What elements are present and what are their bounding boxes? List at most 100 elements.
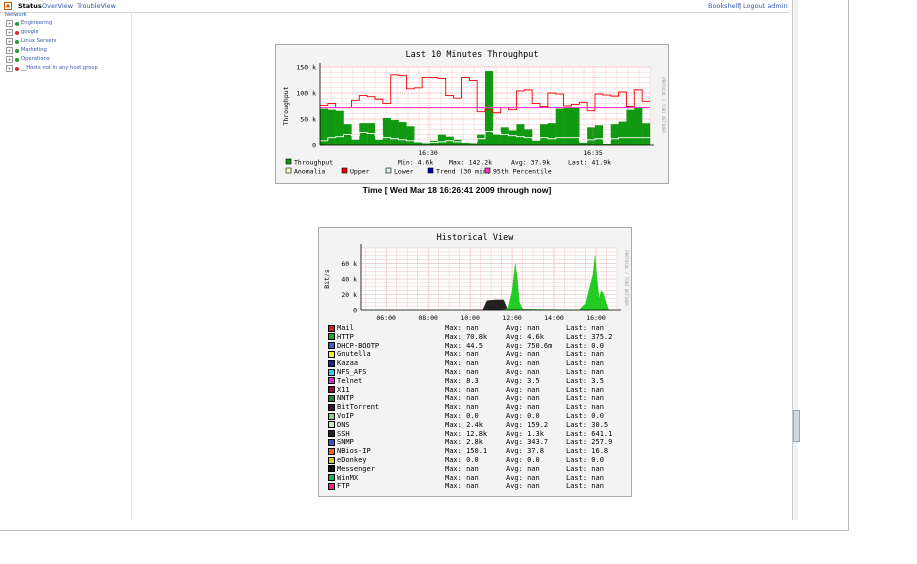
throughput-bar (398, 122, 407, 145)
max-value: Max: 44.5 (445, 341, 483, 350)
legend-row-nntp: NNTP Max: nan Avg: nan Last: nan (328, 394, 604, 403)
legend-swatch (328, 412, 335, 420)
throughput-bar (642, 123, 651, 145)
y-axis-label: Bit/s (323, 269, 331, 289)
x-tick-label: 16:30 (418, 149, 438, 157)
throughput-bar (375, 139, 384, 145)
avg-value: Avg: 0.0 (506, 456, 540, 464)
avg-value: Avg: nan (506, 324, 540, 332)
bookshelf-link[interactable]: Bookshelf (708, 0, 740, 12)
status-alert-icon (15, 30, 19, 35)
legend-swatch (328, 377, 335, 385)
last-value: Last: 16.8 (566, 447, 609, 456)
avg-value: Avg: 3.5 (506, 376, 540, 385)
legend-label-lower: Lower (394, 168, 414, 176)
protocol-name: SNMP (337, 438, 354, 447)
protocol-name: HTTP (337, 332, 354, 341)
expand-icon[interactable]: + (6, 47, 13, 54)
max-value: Max: nan (445, 482, 479, 491)
legend-swatch (328, 474, 335, 482)
last-value: Last: nan (566, 464, 604, 473)
last-value: Last: 0.0 (566, 412, 604, 420)
legend-row-dhcp-bootp: DHCP-BOOTP Max: 44.5 Avg: 750.6m Last: 0.0 (328, 342, 604, 351)
vertical-scrollbar[interactable] (792, 0, 800, 520)
expand-icon[interactable]: + (6, 56, 13, 63)
legend-swatch (328, 465, 335, 473)
expand-icon[interactable]: + (6, 29, 13, 36)
legend-row-bittorrent: BitTorrent Max: nan Avg: nan Last: nan (328, 403, 604, 412)
throughput-bar (540, 124, 549, 145)
tree-item-google[interactable]: + google (6, 28, 39, 37)
expand-icon[interactable]: + (6, 38, 13, 45)
legend-swatch (328, 482, 335, 490)
legend-swatch (328, 386, 335, 394)
avg-value: Avg: nan (506, 403, 540, 412)
throughput-chart-svg: 0 50 k 100 k 150 k 16:30 16:35 Throughput PROTO… (282, 63, 666, 176)
protocol-name: FTP (337, 482, 350, 491)
legend-label-throughput: Throughput (294, 159, 333, 167)
last-value: Last: 3.5 (566, 376, 604, 385)
max-value: Max: nan (445, 473, 479, 482)
legend-row-ssh: SSH Max: 12.8k Avg: 1.3k Last: 641.1 (328, 430, 612, 439)
avg-value: Avg: 0.0 (506, 412, 540, 420)
y-tick-label: 0 (353, 307, 357, 315)
tree-item-ungrouped-hosts[interactable]: + __Hosts not in any host group (6, 64, 98, 73)
last-value: Last: 257.9 (566, 438, 613, 447)
throughput-bar (610, 124, 619, 145)
expand-icon[interactable]: + (6, 65, 13, 72)
throughput-bar (453, 139, 462, 145)
protocol-name: X11 (337, 385, 350, 394)
legend-swatch (484, 167, 491, 174)
chart-watermark: PROTOCOL / TOBI OETIKER (624, 250, 629, 306)
avg-value: Avg: nan (506, 473, 540, 482)
protocol-name: Telnet (337, 376, 363, 385)
topbar-separator: | (739, 2, 742, 10)
legend-label-95th: 95th Percentile (493, 168, 552, 176)
throughput-bar (547, 123, 556, 145)
status-ok-icon (15, 39, 19, 44)
throughput-bar (634, 107, 643, 145)
last-value: Last: nan (566, 403, 604, 412)
throughput-bar (563, 107, 572, 145)
legend-swatch (328, 403, 335, 411)
legend-swatch (427, 167, 434, 174)
y-tick-label: 0 (312, 142, 316, 150)
tree-root-network[interactable]: Network (5, 12, 27, 18)
legend-swatch (328, 324, 335, 332)
tree-item-operations[interactable]: + Operations (6, 55, 50, 64)
x-tick-label: 16:35 (583, 149, 603, 157)
last-value: Last: nan (566, 473, 604, 482)
throughput-bar (351, 139, 360, 145)
max-value: Max: nan (445, 464, 479, 473)
overview-link[interactable]: OverView (42, 0, 73, 12)
legend-swatch (385, 167, 392, 174)
avg-value: Avg: 750.6m (506, 341, 553, 350)
legend-row-nfs-afs: NFS_AFS Max: nan Avg: nan Last: nan (328, 368, 604, 377)
throughput-min-stat: Min: 4.6k (398, 159, 433, 167)
legend-row-kazaa: Kazaa Max: nan Avg: nan Last: nan (328, 359, 604, 368)
throughput-bar (524, 129, 533, 145)
throughput-bar (571, 107, 580, 145)
throughput-graph: Last 10 Minutes Throughput 0 50 k 100 k 150… (275, 44, 669, 184)
scrollbar-thumb[interactable] (793, 410, 800, 442)
last-value: Last: 30.5 (566, 420, 609, 429)
y-tick-label: 60 k (341, 260, 357, 268)
tree-item-linux-servers[interactable]: + Linux Servers (6, 37, 56, 46)
troubleview-link[interactable]: TroubleView (77, 0, 116, 12)
tree-item-engineering[interactable]: + Engineering (6, 19, 52, 28)
historical-graph: Historical View 0 20 k 40 k 60 k 06:00 08:00 1… (318, 227, 632, 497)
logout-link[interactable]: Logout admin (743, 0, 788, 12)
legend-swatch (328, 333, 335, 341)
protocol-name: Gnutella (337, 350, 371, 359)
tree-item-marketing[interactable]: + Marketing (6, 46, 47, 55)
max-value: Max: 150.1 (445, 447, 488, 456)
throughput-bar (500, 127, 509, 145)
throughput-bar (406, 126, 415, 145)
throughput-bar (555, 108, 564, 145)
legend-swatch (341, 167, 348, 174)
throughput-bar (430, 140, 439, 145)
legend-swatch (328, 394, 335, 402)
throughput-bar (516, 124, 525, 145)
avg-value: Avg: 159.2 (506, 420, 549, 429)
expand-icon[interactable]: + (6, 20, 13, 27)
